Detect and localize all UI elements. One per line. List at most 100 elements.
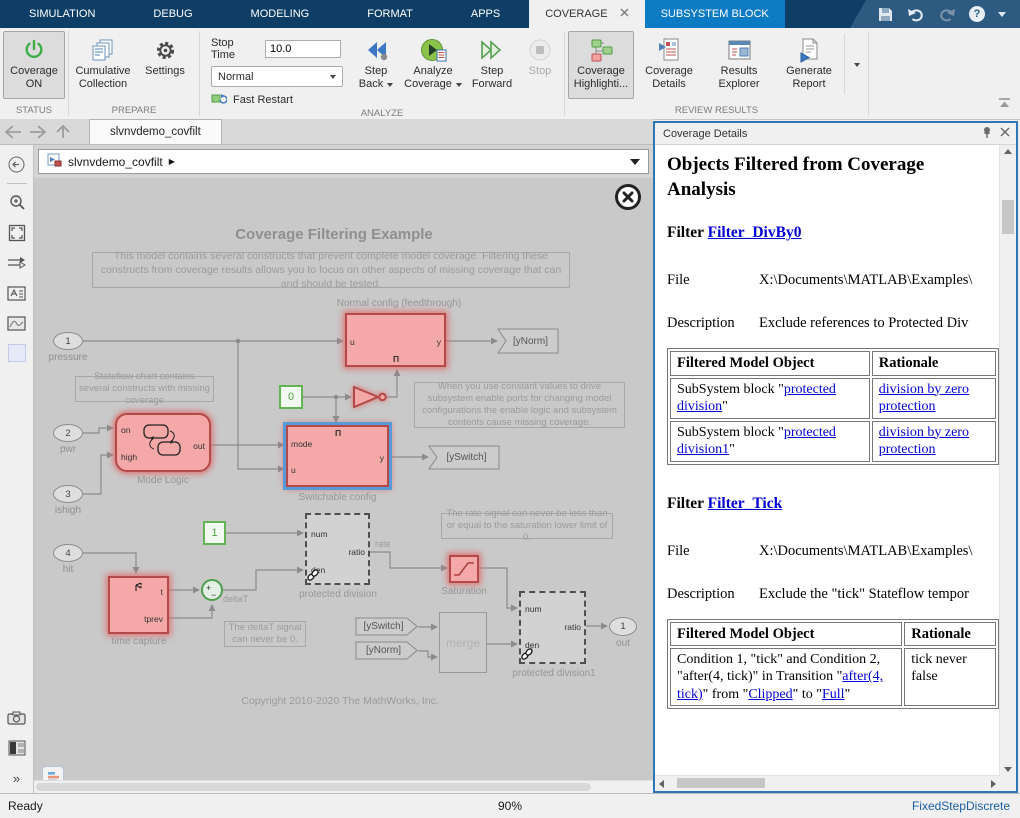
document-tab-slvnvdemo-covfilt[interactable]: slvnvdemo_covfilt: [89, 119, 222, 144]
simulation-mode-dropdown[interactable]: Normal: [211, 66, 343, 87]
inport-shape[interactable]: 4: [53, 544, 83, 562]
zoom-icon[interactable]: [5, 191, 29, 215]
tab-apps[interactable]: APPS: [442, 0, 529, 28]
tab-coverage-active[interactable]: COVERAGE: [529, 0, 644, 28]
full-state-link[interactable]: Full: [822, 687, 845, 702]
pin-icon[interactable]: [982, 126, 992, 142]
outport-shape[interactable]: 1: [609, 617, 637, 636]
from-yswitch[interactable]: [ySwitch]: [355, 617, 418, 636]
inport-shape[interactable]: 1: [53, 332, 83, 350]
block-mode-logic[interactable]: on high out: [115, 413, 211, 472]
close-panel-icon[interactable]: [1000, 127, 1010, 140]
block-protected-division[interactable]: num den ratio: [305, 513, 370, 585]
block-constant-1[interactable]: 1: [203, 521, 226, 545]
viewport-area-icon[interactable]: [5, 341, 29, 365]
hide-browser-icon[interactable]: [5, 152, 29, 176]
zoom-level[interactable]: 90%: [0, 799, 1020, 813]
annotation-stateflow[interactable]: Stateflow chart contains several constru…: [75, 376, 214, 402]
help-icon[interactable]: ?: [969, 6, 985, 22]
inport-hit[interactable]: 4 hit: [53, 544, 83, 562]
annotation-enable[interactable]: When you use constant values to drive su…: [414, 382, 625, 428]
rationale-link[interactable]: division by zero protection: [879, 425, 969, 458]
step-back-button[interactable]: Step Back: [351, 31, 401, 99]
block-sum[interactable]: + −: [201, 579, 223, 601]
breadcrumb-dropdown-icon[interactable]: [630, 159, 640, 165]
block-merge[interactable]: merge: [439, 612, 487, 673]
scrollbar-thumb[interactable]: [677, 778, 765, 788]
expand-sidebar-icon[interactable]: »: [5, 766, 29, 790]
panel-horizontal-scrollbar[interactable]: [655, 775, 1000, 791]
results-explorer-button[interactable]: Results Explorer: [704, 31, 774, 99]
from-ynorm[interactable]: [yNorm]: [355, 641, 418, 660]
solver-name[interactable]: FixedStepDiscrete: [912, 799, 1010, 813]
filter-divby0-link[interactable]: Filter_DivBy0: [708, 224, 802, 241]
fast-restart-toggle[interactable]: Fast Restart: [211, 92, 341, 107]
rationale-link[interactable]: division by zero protection: [879, 382, 969, 415]
coverage-details-button[interactable]: Coverage Details: [634, 31, 704, 99]
outport-out[interactable]: 1 out: [609, 617, 637, 636]
settings-button[interactable]: Settings: [134, 31, 196, 99]
forward-icon[interactable]: [25, 119, 50, 144]
tab-debug[interactable]: DEBUG: [124, 0, 221, 28]
cumulative-collection-button[interactable]: Cumulative Collection: [72, 31, 134, 99]
undo-icon[interactable]: [907, 5, 925, 23]
block-not-gate[interactable]: [353, 386, 389, 413]
annotation-icon[interactable]: [5, 281, 29, 305]
block-saturation[interactable]: [449, 555, 479, 583]
redo-icon[interactable]: [938, 5, 956, 23]
tab-modeling[interactable]: MODELING: [222, 0, 339, 28]
canvas-horizontal-scrollbar[interactable]: [34, 780, 653, 793]
save-icon[interactable]: [876, 5, 894, 23]
model-description-annotation[interactable]: This model contains several constructs t…: [92, 252, 570, 288]
annotation-rate[interactable]: The rate signal can never be less than o…: [441, 513, 613, 539]
review-results-more-button[interactable]: [845, 31, 865, 99]
clipped-state-link[interactable]: Clipped: [748, 687, 792, 702]
goto-ynorm[interactable]: [yNorm]: [497, 328, 559, 354]
close-icon[interactable]: [620, 8, 629, 20]
block-time-capture[interactable]: t tprev: [108, 576, 169, 634]
analyze-coverage-button[interactable]: Analyze Coverage: [401, 31, 465, 99]
inport-shape[interactable]: 2: [53, 424, 83, 442]
annotation-deltat[interactable]: The deltaT signal can never be 0.: [224, 621, 306, 647]
coverage-highlighting-button[interactable]: Coverage Highlighti...: [568, 31, 634, 99]
close-canvas-icon[interactable]: [615, 184, 641, 210]
breadcrumb-arrow-icon[interactable]: ▶: [169, 157, 175, 166]
stop-time-input[interactable]: [265, 40, 341, 58]
breadcrumb-model-name[interactable]: slvnvdemo_covfilt: [68, 155, 163, 169]
coverage-on-button[interactable]: Coverage ON: [3, 31, 65, 99]
qat-dropdown-icon[interactable]: [998, 12, 1006, 17]
scrollbar-thumb[interactable]: [1002, 200, 1014, 234]
block-constant-0[interactable]: 0: [279, 385, 303, 409]
tab-subsystem-block[interactable]: SUBSYSTEM BLOCK: [645, 0, 785, 28]
block-normal-config[interactable]: u y Π: [345, 313, 446, 367]
panel-vertical-scrollbar[interactable]: [999, 145, 1016, 776]
scrollbar-thumb[interactable]: [36, 783, 591, 791]
image-icon[interactable]: [5, 311, 29, 335]
tab-format[interactable]: FORMAT: [338, 0, 442, 28]
scroll-right-icon[interactable]: [991, 780, 996, 788]
route-signals-icon[interactable]: [5, 251, 29, 275]
coverage-legend-button[interactable]: [42, 766, 64, 780]
fit-to-view-icon[interactable]: [5, 221, 29, 245]
screenshot-icon[interactable]: [5, 706, 29, 730]
step-forward-button[interactable]: Step Forward: [465, 31, 519, 99]
tab-simulation[interactable]: SIMULATION: [0, 0, 124, 28]
goto-yswitch[interactable]: [ySwitch]: [428, 445, 500, 470]
breadcrumb[interactable]: slvnvdemo_covfilt ▶: [38, 149, 649, 174]
scroll-up-icon[interactable]: [1004, 149, 1012, 154]
subsystem-badge-icon[interactable]: [5, 736, 29, 760]
inport-pwr[interactable]: 2 pwr: [53, 424, 83, 442]
minimize-ribbon-icon[interactable]: [997, 96, 1012, 114]
inport-shape[interactable]: 3: [53, 485, 83, 503]
inport-pressure[interactable]: 1 pressure: [53, 332, 83, 350]
block-switchable-config[interactable]: mode u y Π: [286, 425, 389, 487]
back-icon[interactable]: [0, 119, 25, 144]
block-protected-division1[interactable]: num den ratio: [519, 591, 586, 664]
scroll-left-icon[interactable]: [659, 780, 664, 788]
up-icon[interactable]: [50, 119, 75, 144]
model-canvas[interactable]: Coverage Filtering Example This model co…: [34, 178, 653, 780]
inport-ishigh[interactable]: 3 ishigh: [53, 485, 83, 503]
generate-report-button[interactable]: Generate Report: [774, 31, 844, 99]
scroll-down-icon[interactable]: [1004, 767, 1012, 772]
filter-tick-link[interactable]: Filter_Tick: [708, 495, 783, 512]
